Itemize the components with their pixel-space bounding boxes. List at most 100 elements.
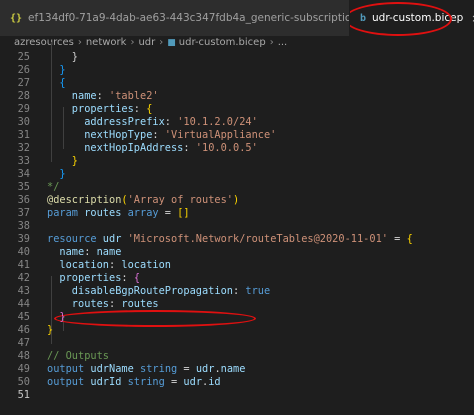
code-text: nextHopType: 'VirtualAppliance'	[47, 129, 276, 142]
code-token: udr	[102, 233, 128, 245]
editor-tab-bar: {} ef134df0-71a9-4dab-ae63-443c347fdb4a_…	[0, 0, 474, 36]
code-token: {	[133, 272, 141, 284]
code-token: id	[208, 376, 221, 388]
line-number: 45	[17, 311, 30, 323]
code-token: '10.1.2.0/24'	[177, 116, 258, 128]
code-text: }	[47, 64, 66, 77]
line-number: 50	[17, 376, 30, 388]
tab-label: ef134df0-71a9-4dab-ae63-443c347fdb4a_gen…	[28, 12, 350, 24]
annotation-circle-tab	[350, 2, 452, 36]
code-token: []	[177, 207, 190, 219]
code-token: name	[220, 363, 246, 375]
code-token: disableBgpRoutePropagation	[47, 285, 233, 297]
line-number: 43	[17, 285, 30, 297]
code-token: }	[47, 155, 78, 167]
tab-udr-custom-bicep[interactable]: b udr-custom.bicep ×	[350, 0, 474, 36]
line-number: 33	[17, 155, 30, 167]
code-token: {	[47, 77, 66, 89]
code-token: {	[146, 103, 153, 115]
code-token: 'table2'	[109, 90, 159, 102]
code-token: name	[47, 90, 97, 102]
line-number: 28	[17, 90, 30, 102]
line-number: 37	[17, 207, 30, 219]
code-token: =	[164, 376, 184, 388]
line-number: 47	[17, 337, 30, 349]
json-file-icon: {}	[10, 12, 23, 24]
code-token: =	[177, 363, 196, 375]
code-token: array	[127, 207, 159, 219]
code-editor[interactable]: 25 } 26 } 27 {28 name: 'table2' 29 properti…	[0, 40, 474, 415]
code-token: addressPrefix	[47, 116, 165, 128]
code-token: '10.0.0.5'	[195, 142, 258, 154]
code-token: =	[158, 207, 178, 219]
code-token: resource	[47, 233, 103, 245]
code-token: string	[127, 376, 165, 388]
line-number: 39	[17, 233, 30, 245]
code-token: properties	[47, 272, 122, 284]
code-token: routes	[47, 298, 109, 310]
line-number: 27	[17, 77, 30, 89]
code-text: nextHopIpAddress: '10.0.0.5'	[47, 142, 258, 155]
code-text: output udrName string = udr.name	[47, 363, 245, 376]
code-token: nextHopType	[47, 129, 153, 141]
code-text: */	[47, 181, 59, 194]
code-token: 'VirtualAppliance'	[164, 129, 277, 141]
code-text: output udrId string = udr.id	[47, 376, 221, 389]
code-text: }	[47, 311, 65, 324]
code-token: udrId	[90, 376, 128, 388]
line-number: 34	[17, 168, 30, 180]
line-number: 36	[17, 194, 30, 206]
code-text: disableBgpRoutePropagation: true	[47, 285, 270, 298]
code-text: properties: {	[47, 103, 153, 116]
code-token: string	[140, 363, 178, 375]
code-text: param routes array = []	[47, 207, 190, 220]
code-token: location	[47, 259, 109, 271]
code-text: {	[47, 77, 66, 90]
code-token: {	[406, 233, 413, 245]
code-token: :	[232, 285, 246, 297]
line-number: 51	[17, 389, 30, 401]
code-text: location: location	[47, 259, 171, 272]
line-number: 38	[17, 220, 30, 232]
line-number: 42	[17, 272, 30, 284]
code-text: routes: routes	[47, 298, 159, 311]
code-token: :	[133, 103, 147, 115]
annotation-circle-property	[54, 310, 256, 327]
code-text: addressPrefix: '10.1.2.0/24'	[47, 116, 258, 129]
code-text: }	[47, 168, 66, 181]
code-token: :	[84, 246, 97, 258]
code-token: :	[109, 259, 122, 271]
code-token: // Outputs	[47, 350, 109, 362]
code-token: udrName	[90, 363, 141, 375]
line-number: 26	[17, 64, 30, 76]
line-number: 35	[17, 181, 30, 193]
code-token: */	[47, 181, 60, 193]
code-token: routes	[84, 207, 128, 219]
code-token: name	[96, 246, 122, 258]
code-token: :	[183, 142, 196, 154]
line-number: 32	[17, 142, 30, 154]
code-token: true	[245, 285, 271, 297]
code-token: nextHopIpAddress	[47, 142, 184, 154]
code-token: name	[47, 246, 85, 258]
line-number: 40	[17, 246, 30, 258]
line-number: 29	[17, 103, 30, 115]
code-token: @description	[47, 194, 122, 206]
code-text: }	[47, 155, 78, 168]
line-number: 30	[17, 116, 30, 128]
code-token: }	[47, 168, 66, 180]
code-token: )	[233, 194, 240, 206]
code-text: @description('Array of routes')	[47, 194, 239, 207]
line-number: 31	[17, 129, 30, 141]
code-token: }	[47, 64, 66, 76]
code-token: output	[47, 376, 91, 388]
code-token: 'Array of routes'	[127, 194, 233, 206]
code-text: properties: {	[47, 272, 140, 285]
code-token: :	[109, 298, 122, 310]
code-token: properties	[47, 103, 134, 115]
code-token: :	[96, 90, 110, 102]
tab-json-file[interactable]: {} ef134df0-71a9-4dab-ae63-443c347fdb4a_…	[0, 0, 350, 36]
code-token: routes	[121, 298, 159, 310]
code-text: // Outputs	[47, 350, 109, 363]
code-text: name: 'table2'	[47, 90, 159, 103]
